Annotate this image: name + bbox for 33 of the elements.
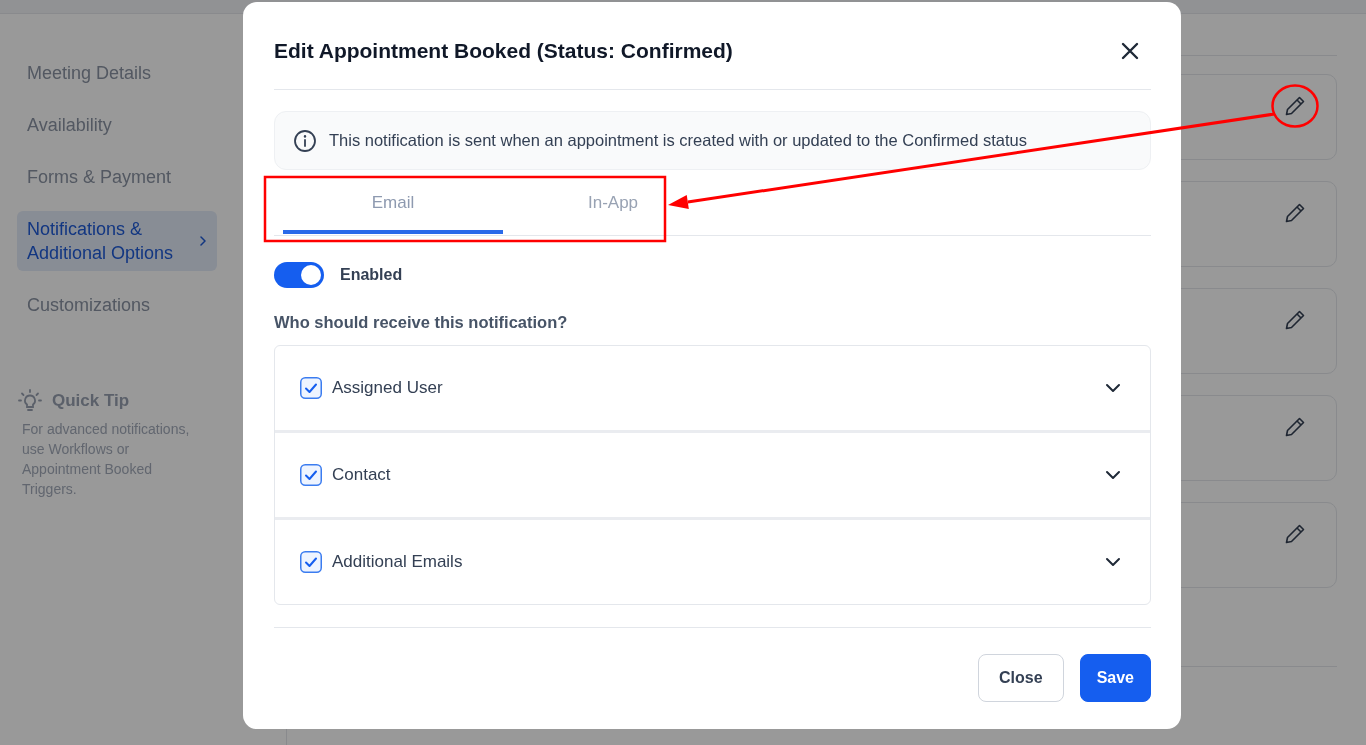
section-heading: Who should receive this notification? [274,313,569,332]
checkbox[interactable] [300,551,322,573]
accordion-row[interactable]: Assigned User [275,346,1150,430]
info-text: This notification is sent when an appointment is created with or updated to the Confirmed status [329,131,1027,150]
checkbox[interactable] [300,464,322,486]
tab[interactable]: In-App [503,181,723,234]
sidebar-item[interactable]: Meeting Details [17,55,217,91]
chevron-right-icon [199,236,207,246]
toggle-label: Enabled [340,266,403,284]
pencil-icon[interactable] [1285,96,1305,116]
sidebar-item[interactable]: Customizations [17,287,217,323]
pencil-icon[interactable] [1285,417,1305,437]
sidebar-item[interactable]: Forms & Payment [17,159,217,195]
toggle-switch[interactable] [274,262,324,288]
info-icon [293,128,317,153]
dialog-title: Edit Appointment Booked (Status: Confirmed) [274,38,733,64]
save-button[interactable]: Save [1079,654,1151,702]
close-icon[interactable] [1120,41,1140,61]
recipient-label: Additional Emails [332,552,464,572]
sidebar-item[interactable]: Availability [17,107,217,143]
accordion-row[interactable]: Contact [275,430,1150,517]
recipient-label: Contact [332,465,392,485]
sidebar-item[interactable]: Notifications & Additional Options [17,211,217,271]
accordion-row[interactable]: Additional Emails [275,517,1150,604]
pencil-icon[interactable] [1285,203,1305,223]
pencil-icon[interactable] [1285,524,1305,544]
pencil-icon[interactable] [1285,310,1305,330]
checkbox[interactable] [300,377,322,399]
tab[interactable]: Email [283,181,503,234]
recipient-label: Assigned User [332,378,444,398]
lightbulb-icon [18,389,42,413]
close-button[interactable]: Close [978,654,1064,702]
quick-tip-title: Quick Tip [52,391,130,411]
